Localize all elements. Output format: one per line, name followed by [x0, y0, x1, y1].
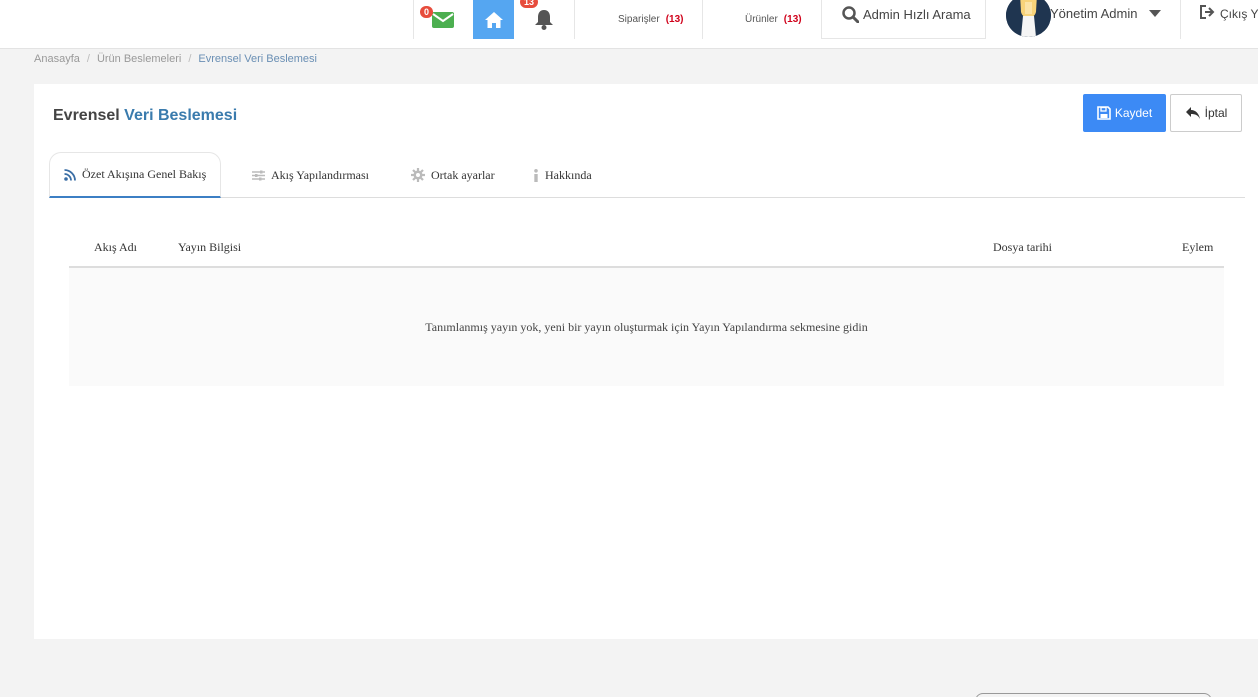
logout-label: Çıkış Y: [1220, 6, 1258, 21]
tab-label: Özet Akışına Genel Bakış: [82, 167, 207, 181]
rss-icon: [64, 168, 76, 181]
save-label: Kaydet: [1114, 106, 1153, 120]
mail-badge: 0: [420, 6, 434, 18]
tab-feed-overview[interactable]: Özet Akışına Genel Bakış: [49, 152, 222, 198]
home-icon: [484, 11, 503, 28]
orders-count: (13): [665, 14, 684, 25]
gear-icon: [411, 168, 425, 182]
floppy-disk-icon: [1097, 106, 1111, 120]
products-label: Ürünler: [745, 14, 778, 25]
breadcrumb: Anasayfa / Ürün Beslemeleri / Evrensel V…: [34, 53, 317, 65]
notifications-button[interactable]: [535, 0, 553, 39]
save-button[interactable]: Kaydet: [1083, 94, 1166, 132]
search-label: Admin Hızlı Arama: [863, 6, 971, 22]
breadcrumb-current: Evrensel Veri Beslemesi: [198, 53, 317, 65]
home-button[interactable]: [473, 0, 514, 39]
sliders-icon: [252, 170, 265, 180]
column-header-feed-name[interactable]: Akış Adı: [94, 240, 137, 255]
logout-button[interactable]: Çıkış Y: [1200, 0, 1258, 27]
page-title-part1: Evrensel: [53, 107, 120, 124]
notifications-badge: 13: [520, 0, 539, 8]
tab-label: Akış Yapılandırması: [271, 167, 370, 182]
avatar[interactable]: [1006, 0, 1051, 37]
reply-arrow-icon: [1185, 107, 1200, 119]
sign-out-icon: [1200, 5, 1215, 19]
column-header-file-date[interactable]: Dosya tarihi: [993, 240, 1052, 255]
products-link[interactable]: Ürünler (13): [745, 0, 802, 39]
mail-button[interactable]: [432, 0, 454, 39]
tab-feed-configuration[interactable]: Akış Yapılandırması: [252, 152, 369, 198]
products-count: (13): [783, 14, 802, 25]
user-avatar-icon: [1006, 0, 1051, 37]
tab-label: Hakkında: [545, 167, 592, 182]
breadcrumb-separator: /: [188, 53, 192, 65]
column-header-publication-info[interactable]: Yayın Bilgisi: [178, 240, 241, 255]
orders-link[interactable]: Siparişler (13): [618, 0, 683, 39]
navbar-divider: [574, 0, 575, 39]
user-menu[interactable]: Yönetim Admin: [1050, 0, 1162, 27]
footer-element-outline: [975, 693, 1212, 697]
bell-icon: [535, 9, 553, 30]
page-title-part2: Veri Beslemesi: [124, 107, 238, 124]
tab-bar: Özet Akışına Genel Bakış Akış Yapılandır…: [49, 152, 1245, 198]
cancel-label: İptal: [1204, 106, 1228, 120]
tab-label: Ortak ayarlar: [431, 167, 495, 182]
empty-message-text: Tanımlanmış yayın yok, yeni bir yayın ol…: [425, 319, 868, 334]
orders-label: Siparişler: [618, 14, 660, 25]
breadcrumb-home[interactable]: Anasayfa: [34, 53, 80, 65]
page-title: Evrensel Veri Beslemesi: [53, 107, 237, 125]
caret-down-icon: [1149, 9, 1162, 17]
feeds-table-header: Akış Adı Yayın Bilgisi Dosya tarihi Eyle…: [69, 232, 1224, 268]
tab-about[interactable]: Hakkında: [533, 152, 592, 198]
navbar-divider: [702, 0, 703, 39]
admin-quick-search[interactable]: Admin Hızlı Arama: [821, 0, 986, 39]
breadcrumb-feeds[interactable]: Ürün Beslemeleri: [97, 53, 181, 65]
column-header-action: Eylem: [1182, 240, 1214, 254]
envelope-icon: [432, 11, 454, 28]
info-icon: [534, 168, 538, 182]
tab-common-settings[interactable]: Ortak ayarlar: [411, 152, 495, 198]
navbar-divider: [1180, 0, 1181, 39]
main-card: Evrensel Veri Beslemesi Kaydet İptal Öze…: [34, 84, 1258, 639]
search-icon: [842, 5, 859, 23]
breadcrumb-separator: /: [86, 53, 90, 65]
top-navbar: 0 13 Siparişler (13) Ürünler (13) Admin …: [0, 0, 1258, 49]
user-name: Yönetim Admin: [1050, 6, 1138, 21]
cancel-button[interactable]: İptal: [1170, 94, 1242, 132]
navbar-divider: [413, 0, 414, 39]
empty-table-message: Tanımlanmış yayın yok, yeni bir yayın ol…: [69, 268, 1224, 386]
